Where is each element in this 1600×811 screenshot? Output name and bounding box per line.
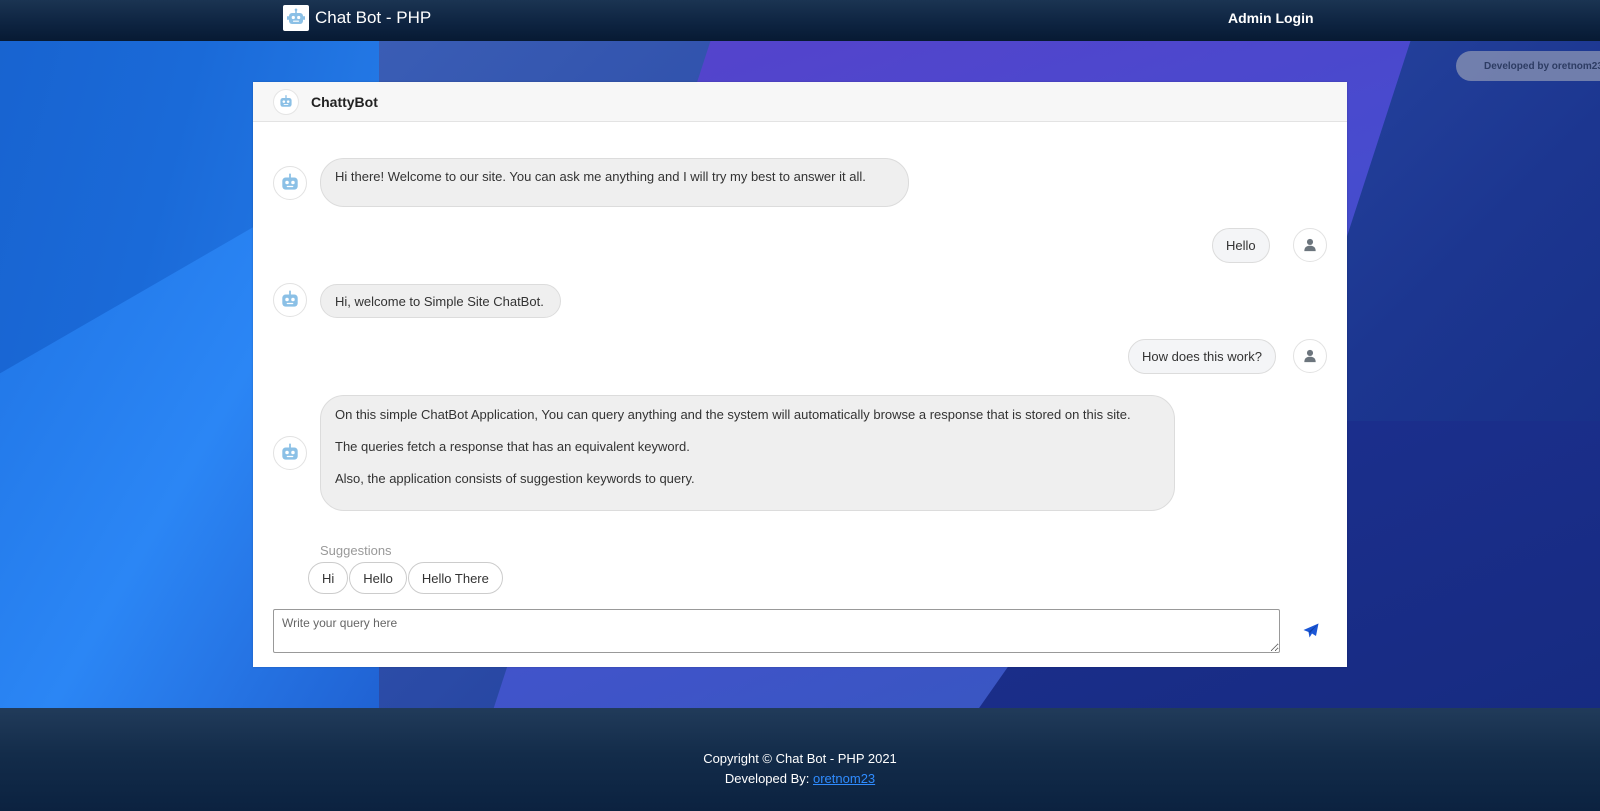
query-input[interactable] bbox=[273, 609, 1280, 653]
chat-header: ChattyBot bbox=[253, 82, 1347, 122]
page-footer: Copyright © Chat Bot - PHP 2021 Develope… bbox=[0, 708, 1600, 811]
bot-message-text: On this simple ChatBot Application, You … bbox=[335, 407, 1131, 422]
robot-icon bbox=[273, 283, 307, 317]
developed-by-badge[interactable]: Developed by oretnom23 bbox=[1456, 51, 1600, 81]
user-message: Hello bbox=[1212, 228, 1270, 263]
paper-plane-icon bbox=[1303, 623, 1319, 642]
footer-developed-by-label: Developed By: bbox=[724, 771, 813, 786]
suggestion-chip[interactable]: Hi bbox=[308, 562, 349, 594]
robot-icon bbox=[273, 436, 307, 470]
user-message-text: Hello bbox=[1226, 238, 1256, 253]
suggestion-chip[interactable]: Hello bbox=[349, 562, 407, 594]
suggestion-chip[interactable]: Hello There bbox=[407, 562, 503, 594]
brand-title: Chat Bot - PHP bbox=[315, 8, 432, 27]
footer-copyright: Copyright © Chat Bot - PHP 2021 bbox=[703, 751, 897, 766]
suggestion-list: Hi Hello Hello There bbox=[308, 562, 503, 594]
bot-message-text: Also, the application consists of sugges… bbox=[335, 470, 695, 486]
developer-link[interactable]: oretnom23 bbox=[813, 771, 875, 786]
brand[interactable]: Chat Bot - PHP bbox=[283, 5, 431, 31]
user-message: How does this work? bbox=[1128, 339, 1276, 374]
chat-window: ChattyBot Hi there! Welcome to our site.… bbox=[253, 82, 1347, 667]
send-button[interactable] bbox=[1299, 620, 1323, 644]
user-icon bbox=[1293, 339, 1327, 373]
suggestions-label: Suggestions bbox=[320, 543, 392, 558]
bot-message: Hi, welcome to Simple Site ChatBot. bbox=[320, 284, 561, 318]
chat-title: ChattyBot bbox=[311, 93, 378, 110]
robot-icon bbox=[273, 166, 307, 200]
top-navbar: Chat Bot - PHP Admin Login bbox=[0, 0, 1600, 41]
bot-message-text: Hi, welcome to Simple Site ChatBot. bbox=[335, 294, 544, 309]
bot-message: Hi there! Welcome to our site. You can a… bbox=[320, 158, 909, 207]
user-message-text: How does this work? bbox=[1142, 349, 1262, 364]
admin-login-link[interactable]: Admin Login bbox=[1228, 10, 1314, 26]
robot-icon bbox=[273, 88, 299, 115]
robot-icon bbox=[283, 5, 309, 31]
bot-message-text: Hi there! Welcome to our site. You can a… bbox=[335, 169, 866, 184]
user-icon bbox=[1293, 228, 1327, 262]
footer-credits: Developed By: oretnom23 bbox=[0, 771, 1600, 786]
bot-message: On this simple ChatBot Application, You … bbox=[320, 395, 1175, 511]
bot-message-text: The queries fetch a response that has an… bbox=[335, 438, 690, 454]
